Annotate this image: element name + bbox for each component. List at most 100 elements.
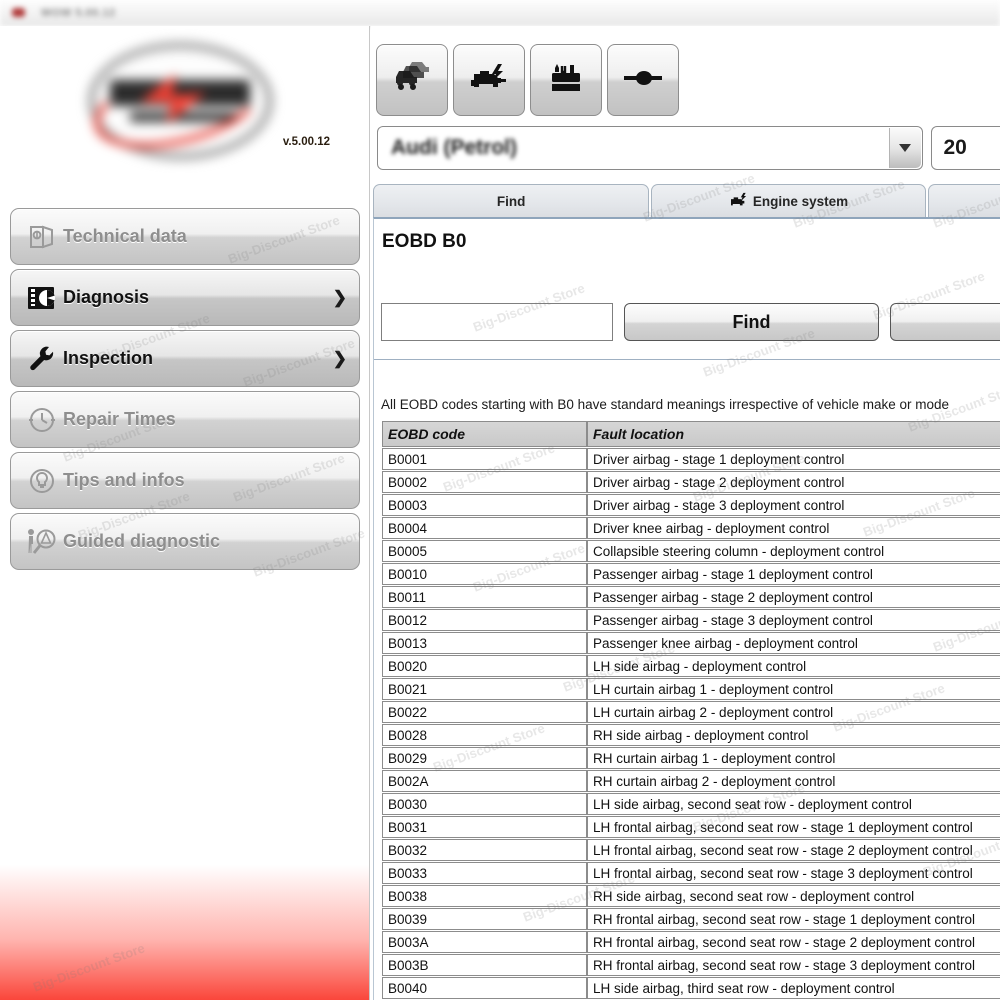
table-header-row: EOBD code Fault location xyxy=(382,421,1000,447)
cell-fault-location: RH frontal airbag, second seat row - sta… xyxy=(587,931,1000,953)
table-row[interactable]: B0004 Driver knee airbag - deployment con… xyxy=(382,517,1000,539)
table-body: B0001 Driver airbag - stage 1 deployment … xyxy=(382,448,1000,1000)
vehicle-make-dropdown[interactable]: Audi (Petrol) xyxy=(377,126,923,170)
toolbar-vehicle-selection-button[interactable] xyxy=(376,44,448,116)
search-row: Find xyxy=(381,303,1000,341)
sidebar-item-guided-diagnostic[interactable]: Guided diagnostic xyxy=(10,513,360,570)
toolbar xyxy=(376,44,679,116)
table-row[interactable]: B0022 LH curtain airbag 2 - deployment co… xyxy=(382,701,1000,723)
cell-eobd-code: B0004 xyxy=(382,517,587,539)
lightbulb-icon xyxy=(21,466,63,496)
cell-eobd-code: B0040 xyxy=(382,977,587,999)
cell-eobd-code: B0013 xyxy=(382,632,587,654)
cell-eobd-code: B0003 xyxy=(382,494,587,516)
search-input[interactable] xyxy=(381,303,613,341)
table-row[interactable]: B0003 Driver airbag - stage 3 deployment … xyxy=(382,494,1000,516)
engine-system-icon xyxy=(468,60,510,101)
cell-fault-location: LH frontal airbag, second seat row - sta… xyxy=(587,839,1000,861)
vehicle-year-field[interactable]: 20 xyxy=(930,126,1000,170)
cell-eobd-code: B0005 xyxy=(382,540,587,562)
vehicle-make-value: Audi (Petrol) xyxy=(391,136,517,159)
content-area: EOBD B0 Find All EOBD codes starting wit… xyxy=(373,217,1000,1000)
technical-data-icon xyxy=(21,223,63,251)
cell-eobd-code: B0012 xyxy=(382,609,587,631)
table-row[interactable]: B0001 Driver airbag - stage 1 deployment … xyxy=(382,448,1000,470)
cell-eobd-code: B0022 xyxy=(382,701,587,723)
sidebar-nav: Technical data Diagnosis ❯ Inspection ❯ … xyxy=(10,208,360,574)
logo-area: v.5.00.12 xyxy=(0,26,369,176)
table-row[interactable]: B0040 LH side airbag, third seat row - de… xyxy=(382,977,1000,999)
sidebar-item-technical-data[interactable]: Technical data xyxy=(10,208,360,265)
chevron-down-icon[interactable] xyxy=(888,128,921,168)
battery-icon xyxy=(547,60,585,101)
cell-eobd-code: B0038 xyxy=(382,885,587,907)
app-logo-icon xyxy=(12,8,25,17)
drivetrain-icon xyxy=(622,68,664,93)
cell-eobd-code: B0029 xyxy=(382,747,587,769)
cell-fault-location: Driver knee airbag - deployment control xyxy=(587,517,1000,539)
toolbar-battery-button[interactable] xyxy=(530,44,602,116)
version-label: v.5.00.12 xyxy=(282,136,330,148)
table-row[interactable]: B0021 LH curtain airbag 1 - deployment co… xyxy=(382,678,1000,700)
cell-fault-location: LH frontal airbag, second seat row - sta… xyxy=(587,816,1000,838)
sidebar-item-label: Inspection xyxy=(63,348,154,368)
table-row[interactable]: B0039 RH frontal airbag, second seat row … xyxy=(382,908,1000,930)
tab-third[interactable] xyxy=(927,184,1000,218)
sidebar-item-label: Technical data xyxy=(63,226,187,246)
table-row[interactable]: B0011 Passenger airbag - stage 2 deployme… xyxy=(382,586,1000,608)
table-row[interactable]: B0028 RH side airbag - deployment control xyxy=(382,724,1000,746)
toolbar-engine-system-button[interactable] xyxy=(453,44,525,116)
table-row[interactable]: B0031 LH frontal airbag, second seat row … xyxy=(382,816,1000,838)
cell-fault-location: RH curtain airbag 1 - deployment control xyxy=(587,747,1000,769)
tab-label: Find xyxy=(496,194,526,209)
table-row[interactable]: B0038 RH side airbag, second seat row - d… xyxy=(382,885,1000,907)
sidebar-item-repair-times[interactable]: Repair Times xyxy=(10,391,360,448)
secondary-action-button[interactable] xyxy=(890,303,1000,341)
table-row[interactable]: B0029 RH curtain airbag 1 - deployment co… xyxy=(382,747,1000,769)
sidebar-item-label: Guided diagnostic xyxy=(63,531,221,551)
decorative-red-gradient xyxy=(0,865,369,1000)
table-row[interactable]: B0012 Passenger airbag - stage 3 deployme… xyxy=(382,609,1000,631)
window-title: WOW 5.00.12 xyxy=(41,6,116,19)
table-row[interactable]: B0032 LH frontal airbag, second seat row … xyxy=(382,839,1000,861)
table-row[interactable]: B0005 Collapsible steering column - deplo… xyxy=(382,540,1000,562)
cell-eobd-code: B002A xyxy=(382,770,587,792)
tab-engine-system[interactable]: Engine system xyxy=(651,184,926,218)
cell-fault-location: RH frontal airbag, second seat row - sta… xyxy=(587,954,1000,976)
cell-fault-location: LH frontal airbag, second seat row - sta… xyxy=(587,862,1000,884)
table-row[interactable]: B0002 Driver airbag - stage 2 deployment … xyxy=(382,471,1000,493)
eobd-codes-table: EOBD code Fault location B0001 Driver air… xyxy=(382,420,1000,1000)
cell-eobd-code: B0033 xyxy=(382,862,587,884)
column-header-fault-location: Fault location xyxy=(587,421,1000,447)
guided-diagnostic-icon xyxy=(21,527,63,557)
chevron-right-icon: ❯ xyxy=(332,348,347,368)
toolbar-drivetrain-button[interactable] xyxy=(607,44,679,116)
table-row[interactable]: B0010 Passenger airbag - stage 1 deployme… xyxy=(382,563,1000,585)
tab-find[interactable]: Find xyxy=(373,184,650,218)
diagnosis-icon xyxy=(21,284,63,312)
cell-eobd-code: B0010 xyxy=(382,563,587,585)
cell-eobd-code: B003A xyxy=(382,931,587,953)
cell-eobd-code: B0021 xyxy=(382,678,587,700)
table-row[interactable]: B0033 LH frontal airbag, second seat row … xyxy=(382,862,1000,884)
tab-label: Engine system xyxy=(752,194,849,209)
cell-eobd-code: B0031 xyxy=(382,816,587,838)
table-row[interactable]: B0020 LH side airbag - deployment control xyxy=(382,655,1000,677)
engine-icon xyxy=(729,192,749,211)
find-button[interactable]: Find xyxy=(624,303,879,341)
cell-fault-location: Passenger airbag - stage 1 deployment co… xyxy=(587,563,1000,585)
table-row[interactable]: B003A RH frontal airbag, second seat row … xyxy=(382,931,1000,953)
cell-fault-location: RH side airbag - deployment control xyxy=(587,724,1000,746)
cell-fault-location: LH side airbag, second seat row - deploy… xyxy=(587,793,1000,815)
sidebar-item-inspection[interactable]: Inspection ❯ xyxy=(10,330,360,387)
sidebar-item-tips-and-infos[interactable]: Tips and infos xyxy=(10,452,360,509)
sidebar-item-diagnosis[interactable]: Diagnosis ❯ xyxy=(10,269,360,326)
table-row[interactable]: B002A RH curtain airbag 2 - deployment co… xyxy=(382,770,1000,792)
content-divider xyxy=(374,359,1000,360)
page-title: EOBD B0 xyxy=(382,231,467,252)
table-row[interactable]: B0013 Passenger knee airbag - deployment … xyxy=(382,632,1000,654)
intro-text: All EOBD codes starting with B0 have sta… xyxy=(381,397,950,412)
table-row[interactable]: B003B RH frontal airbag, second seat row … xyxy=(382,954,1000,976)
table-row[interactable]: B0030 LH side airbag, second seat row - d… xyxy=(382,793,1000,815)
cell-fault-location: LH side airbag, third seat row - deploym… xyxy=(587,977,1000,999)
